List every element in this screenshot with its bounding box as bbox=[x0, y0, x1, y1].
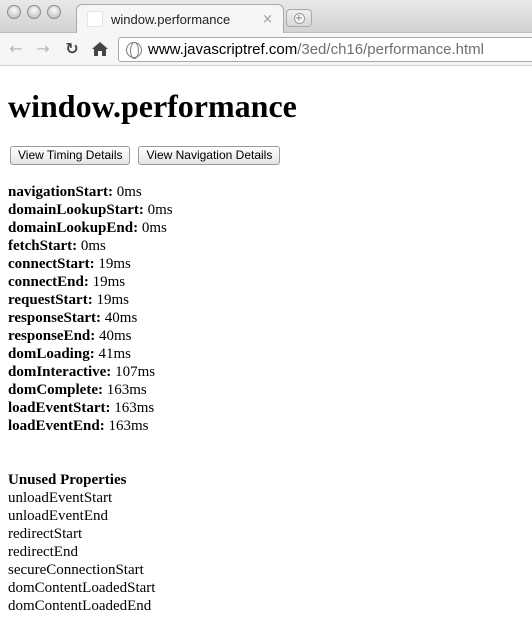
timing-row: requestStart: 19ms bbox=[8, 292, 129, 308]
timing-row: loadEventStart: 163ms bbox=[8, 400, 155, 416]
browser-toolbar: ← → ↻ www.javascriptref.com/3ed/ch16/per… bbox=[0, 33, 532, 66]
plus-icon: + bbox=[293, 12, 305, 24]
new-tab-button[interactable]: + bbox=[286, 9, 312, 27]
view-navigation-details-button[interactable]: View Navigation Details bbox=[138, 146, 281, 165]
timing-row: connectStart: 19ms bbox=[8, 256, 131, 272]
globe-icon bbox=[126, 41, 142, 59]
timing-list: navigationStart: 0ms domainLookupStart: … bbox=[8, 183, 524, 435]
timing-row: responseStart: 40ms bbox=[8, 310, 138, 326]
browser-window: window.performance × + ← → ↻ www.javascr… bbox=[0, 0, 532, 637]
list-item: unloadEventEnd bbox=[8, 508, 108, 524]
tab-close-icon[interactable]: × bbox=[262, 13, 273, 26]
home-button[interactable] bbox=[90, 38, 110, 63]
timing-row: domInteractive: 107ms bbox=[8, 364, 156, 380]
timing-row: navigationStart: 0ms bbox=[8, 184, 142, 200]
unused-properties: Unused Properties unloadEventStart unloa… bbox=[8, 471, 524, 615]
window-controls bbox=[7, 5, 61, 19]
page-favicon-icon bbox=[87, 11, 103, 27]
forward-button[interactable]: → bbox=[33, 38, 53, 60]
list-item: secureConnectionStart bbox=[8, 562, 144, 578]
page-content: window.performance View Timing Details V… bbox=[0, 66, 532, 615]
list-item: domContentLoadedEnd bbox=[8, 598, 152, 614]
timing-row: loadEventEnd: 163ms bbox=[8, 418, 149, 434]
tab-title: window.performance bbox=[111, 11, 231, 27]
url-text: www.javascriptref.com/3ed/ch16/performan… bbox=[148, 41, 484, 58]
view-timing-details-button[interactable]: View Timing Details bbox=[10, 146, 131, 165]
timing-row: domLoading: 41ms bbox=[8, 346, 131, 362]
arrow-right-icon: → bbox=[36, 39, 50, 58]
back-button[interactable]: ← bbox=[6, 38, 26, 60]
timing-row: connectEnd: 19ms bbox=[8, 274, 126, 290]
unused-heading: Unused Properties bbox=[8, 472, 127, 488]
list-item: domContentLoadedStart bbox=[8, 580, 156, 596]
list-item: unloadEventStart bbox=[8, 490, 113, 506]
list-item: redirectStart bbox=[8, 526, 83, 542]
timing-row: responseEnd: 40ms bbox=[8, 328, 132, 344]
timing-row: fetchStart: 0ms bbox=[8, 238, 106, 254]
button-bar: View Timing Details View Navigation Deta… bbox=[10, 146, 524, 165]
minimize-window-button[interactable] bbox=[27, 5, 41, 19]
timing-row: domainLookupEnd: 0ms bbox=[8, 220, 167, 236]
zoom-window-button[interactable] bbox=[47, 5, 61, 19]
tab-active[interactable]: window.performance × bbox=[76, 4, 284, 33]
home-icon bbox=[92, 42, 108, 56]
close-window-button[interactable] bbox=[7, 5, 21, 19]
page-title: window.performance bbox=[8, 88, 297, 124]
timing-row: domainLookupStart: 0ms bbox=[8, 202, 173, 218]
address-bar[interactable]: www.javascriptref.com/3ed/ch16/performan… bbox=[118, 37, 532, 62]
timing-row: domComplete: 163ms bbox=[8, 382, 147, 398]
reload-icon: ↻ bbox=[65, 39, 79, 58]
tab-strip: window.performance × + bbox=[0, 0, 532, 33]
reload-button[interactable]: ↻ bbox=[62, 38, 82, 60]
arrow-left-icon: ← bbox=[9, 39, 23, 58]
list-item: redirectEnd bbox=[8, 544, 78, 560]
